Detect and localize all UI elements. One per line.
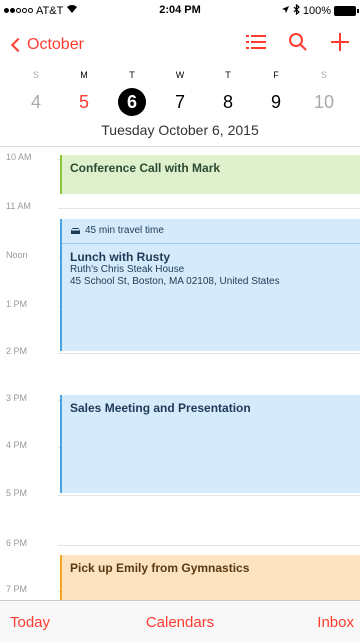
hour-label: 5 PM [6,488,28,498]
event-address: 45 School St, Boston, MA 02108, United S… [70,276,280,287]
weekday-label: T [225,70,231,80]
selected-date-title: Tuesday October 6, 2015 [101,122,259,138]
weekday-headers: S M T W T F S [12,70,348,80]
chevron-left-icon [10,37,26,53]
week-strip: S M T W T F S 4 5 6 7 8 9 10 Tuesday Oct… [0,64,360,146]
car-icon [71,227,80,234]
selected-day-number: 6 [118,88,146,116]
day-timeline[interactable]: 10 AM 11 AM Noon 1 PM 2 PM 3 PM 4 PM 5 P… [0,146,360,600]
hour-row: 2 PM [0,346,360,356]
bluetooth-icon [293,3,300,18]
hour-label: 6 PM [6,538,28,548]
event-lunch-with-rusty[interactable]: 45 min travel time Lunch with Rusty Ruth… [60,219,360,351]
weekday-label: S [320,70,327,80]
hour-row: 11 AM [0,201,360,211]
nav-bar: October [0,24,360,64]
travel-time-label: 45 min travel time [85,225,164,236]
week-dates: 4 5 6 7 8 9 10 [12,88,348,116]
back-button[interactable]: October [10,36,84,54]
event-title: Sales Meeting and Presentation [70,401,251,415]
event-sales-meeting[interactable]: Sales Meeting and Presentation [60,395,360,493]
battery-icon [334,6,359,16]
nav-actions [246,32,350,52]
weekday-label: T [129,70,135,80]
day-10[interactable]: 10 [300,88,348,116]
weekday-label: S [32,70,39,80]
list-view-icon[interactable] [246,33,266,51]
day-7[interactable]: 7 [156,88,204,116]
event-title: Lunch with Rusty [70,250,170,264]
day-5-today[interactable]: 5 [60,88,108,116]
event-title: Conference Call with Mark [70,161,221,175]
day-8[interactable]: 8 [204,88,252,116]
hour-row: 6 PM [0,538,360,548]
hour-label: 10 AM [6,152,32,162]
search-icon[interactable] [288,32,308,52]
day-9[interactable]: 9 [252,88,300,116]
weekday-label: W [175,70,185,80]
hour-label: Noon [6,250,28,260]
weekday-label: M [80,70,88,80]
day-4[interactable]: 4 [12,88,60,116]
day-6-selected[interactable]: 6 [108,88,156,116]
hour-label: 7 PM [6,584,28,594]
hour-label: 2 PM [6,346,28,356]
event-title: Pick up Emily from Gymnastics [70,561,250,575]
event-location-name: Ruth's Chris Steak House [70,264,185,275]
travel-time: 45 min travel time [70,225,352,236]
add-event-icon[interactable] [330,32,350,52]
inbox-button[interactable]: Inbox [317,614,354,631]
tab-bar: Today Calendars Inbox [0,600,360,642]
back-label: October [27,36,84,53]
hour-label: 1 PM [6,299,28,309]
hour-label: 3 PM [6,393,28,403]
event-pick-up-emily[interactable]: Pick up Emily from Gymnastics [60,555,360,600]
hour-label: 4 PM [6,440,28,450]
status-right: 100% [281,3,359,18]
hour-label: 11 AM [6,201,31,211]
travel-divider [62,243,360,244]
battery-percent: 100% [302,5,331,17]
hour-row: 5 PM [0,488,360,498]
weekday-label: F [273,70,279,80]
calendars-button[interactable]: Calendars [0,614,360,631]
status-bar: AT&T 2:04 PM 100% [0,0,360,22]
event-conference-call[interactable]: Conference Call with Mark [60,155,360,194]
location-icon [281,5,290,17]
